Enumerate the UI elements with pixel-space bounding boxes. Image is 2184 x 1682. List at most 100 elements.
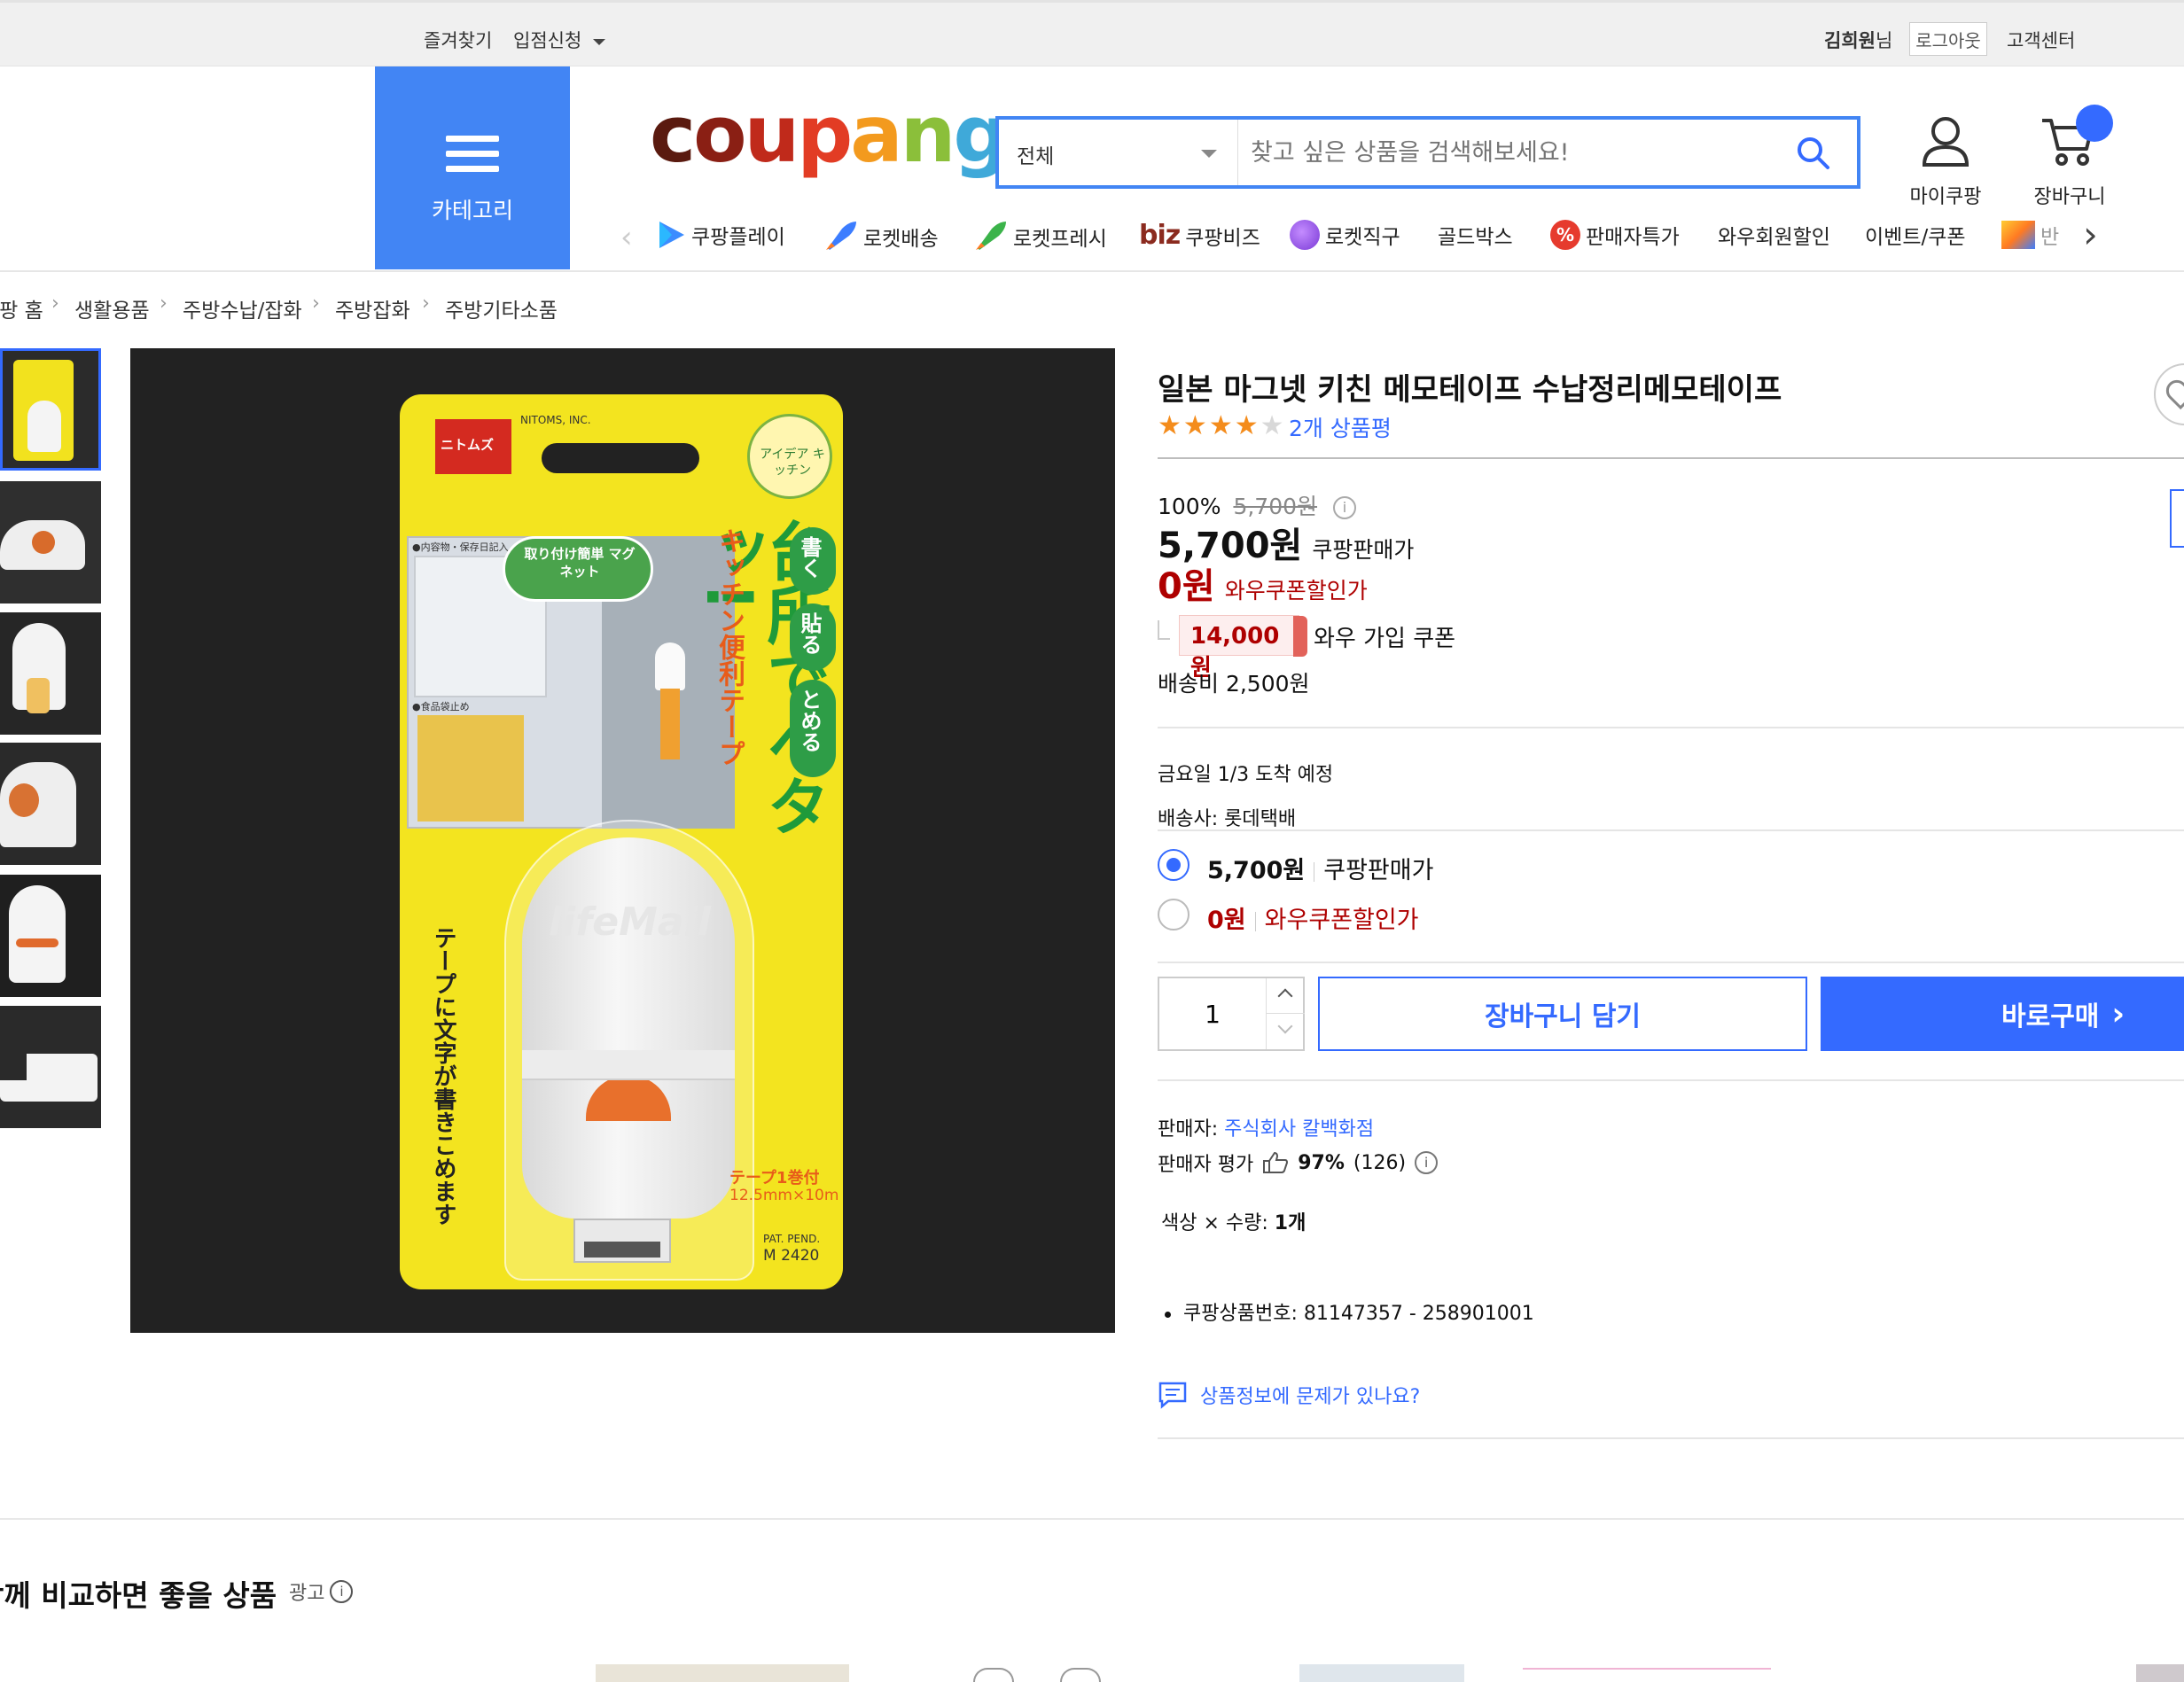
package-subtitle: キッチン便利テープ <box>714 527 745 767</box>
nav-label: 판매자특가 <box>1586 226 1680 249</box>
coupon-label: 와우 가입 쿠폰 <box>1314 626 1456 652</box>
nav-rocket-delivery[interactable]: 로켓배송 <box>823 220 939 253</box>
package-brand: NITOMS, INC. <box>520 414 591 426</box>
breadcrumb-item[interactable]: 주방수납/잡화 <box>183 293 302 323</box>
quantity-down-button[interactable] <box>1266 1014 1305 1049</box>
cart-button[interactable]: 장바구니 <box>2021 105 2118 211</box>
nav-goldbox[interactable]: 골드박스 <box>1438 220 1513 250</box>
package-magnet: 取り付け簡単 マグネット <box>524 546 636 580</box>
product-thumbnail[interactable] <box>0 743 101 865</box>
package-pat: PAT. PEND. <box>763 1233 821 1245</box>
info-icon[interactable]: i <box>330 1580 354 1603</box>
customer-center-link[interactable]: 고객센터 <box>2007 27 2075 53</box>
option-divider <box>1158 962 2184 963</box>
package-bubble-stick: 貼る <box>790 603 836 671</box>
nav-prev-arrow-icon[interactable]: ‹ <box>620 220 633 255</box>
product-thumbnail[interactable] <box>0 481 101 603</box>
add-to-cart-button[interactable]: 장바구니 담기 <box>1318 977 1807 1051</box>
info-icon[interactable]: i <box>1415 1151 1439 1174</box>
product-thumbnail[interactable] <box>0 612 101 735</box>
nav-rocket-global[interactable]: 로켓직구 <box>1290 220 1400 250</box>
package-tape-size: 12.5mm×10m <box>729 1187 839 1204</box>
breadcrumb-item[interactable]: 쿠팡 홈 <box>0 293 43 323</box>
seller-signup-label: 입점신청 <box>513 30 582 51</box>
quantity-input[interactable] <box>1159 978 1266 1049</box>
info-divider <box>1158 1437 2184 1439</box>
heart-icon <box>2161 375 2184 410</box>
rocket-fresh-icon <box>976 222 1006 250</box>
seller-name-link[interactable]: 주식회사 칼백화점 <box>1224 1118 1374 1141</box>
breadcrumb-item[interactable]: 주방잡화 <box>335 293 410 323</box>
related-product-image[interactable] <box>1060 1668 1101 1682</box>
rocket-global-icon <box>1290 220 1320 250</box>
related-product-image[interactable] <box>596 1664 849 1682</box>
seller-rating-count: (126) <box>1353 1151 1407 1174</box>
favorites-link[interactable]: 즐겨찾기 <box>424 27 492 53</box>
review-count-link[interactable]: 2개 상품평 <box>1289 411 1392 443</box>
option-radio-wow[interactable] <box>1158 899 1190 931</box>
nav-label: 로켓직구 <box>1325 226 1400 249</box>
search-bar: 전체 <box>995 116 1860 189</box>
category-menu-button[interactable]: 카테고리 <box>375 66 570 269</box>
chevron-down-icon <box>1277 1018 1293 1034</box>
nav-label: 쿠팡비즈 <box>1185 226 1260 250</box>
ad-label: 광고 <box>289 1583 325 1605</box>
package-note-2: ●食品袋止め <box>412 701 470 713</box>
search-icon[interactable] <box>1795 135 1832 172</box>
product-thumbnail[interactable] <box>0 348 101 471</box>
seller-signup-link[interactable]: 입점신청 <box>513 27 605 53</box>
cart-count-badge <box>2076 105 2113 142</box>
wow-price: 0원 <box>1158 566 1215 607</box>
option-wow[interactable]: 0원 와우쿠폰할인가 <box>1207 900 1419 935</box>
related-product-image[interactable] <box>973 1668 1014 1682</box>
breadcrumb-item[interactable]: 주방기타소품 <box>445 293 558 323</box>
breadcrumb-item[interactable]: 생활용품 <box>74 293 150 323</box>
top-utility-bar: 즐겨찾기 입점신청 김희원님 로그아웃 고객센터 <box>0 0 2184 66</box>
seller-rating-label: 판매자 평가 <box>1158 1154 1254 1176</box>
package-note-1: ●内容物・保存日記入 <box>412 541 509 553</box>
search-scope-select[interactable]: 전체 <box>999 120 1238 185</box>
package-side-text: テープに文字が書きこめます <box>430 926 456 1226</box>
package-logo: ニトムズ <box>441 437 495 453</box>
option-sale[interactable]: 5,700원 쿠팡판매가 <box>1207 851 1433 885</box>
nav-seller-deals[interactable]: % 판매자특가 <box>1550 220 1680 250</box>
chevron-down-icon <box>592 38 605 45</box>
package-model: M 2420 <box>763 1247 820 1265</box>
ad-label-row: 광고 i <box>289 1577 354 1606</box>
nav-rocket-fresh[interactable]: 로켓프레시 <box>972 220 1107 253</box>
related-product-image[interactable] <box>1523 1668 1771 1682</box>
section-divider <box>0 1518 2184 1520</box>
product-number-item: 쿠팡상품번호: 81147357 - 258901001 <box>1165 1297 1534 1326</box>
buy-now-button[interactable]: 바로구매 › <box>1821 977 2184 1051</box>
nav-coupang-biz[interactable]: biz 쿠팡비즈 <box>1139 220 1260 251</box>
product-thumbnail[interactable] <box>0 1006 101 1128</box>
coupang-logo[interactable]: coupang <box>650 96 1009 174</box>
seller-rating-row: 판매자 평가 97% (126) i <box>1158 1149 1439 1177</box>
search-input[interactable] <box>1251 127 1774 178</box>
related-product-image[interactable] <box>1299 1664 1464 1682</box>
option-wow-price: 0원 <box>1207 907 1246 934</box>
share-button[interactable] <box>2154 363 2184 425</box>
rating-stars: ★ ★ ★ ★ ★ <box>1158 410 1284 441</box>
product-main-image[interactable]: ニトムズ NITOMS, INC. アイデア キッチン ●内容物・保存日記入 ●… <box>130 348 1115 1333</box>
option-radio-sale[interactable] <box>1158 849 1190 881</box>
quantity-up-button[interactable] <box>1266 978 1305 1014</box>
option-summary-value: 1개 <box>1274 1212 1306 1234</box>
package-bubble-write: 書く <box>790 527 836 595</box>
nav-events-coupons[interactable]: 이벤트/쿠폰 <box>1865 220 1966 250</box>
mycoupang-button[interactable]: 마이쿠팡 <box>1897 113 1994 211</box>
product-thumbnail[interactable] <box>0 875 101 997</box>
chevron-right-icon: › <box>312 292 320 315</box>
nav-coupang-play[interactable]: 쿠팡플레이 <box>656 220 785 250</box>
related-product-image[interactable] <box>2136 1664 2184 1682</box>
mycoupang-label: 마이쿠팡 <box>1909 186 1982 208</box>
nav-label: 이벤트/쿠폰 <box>1865 226 1966 249</box>
nav-sale[interactable]: 반 <box>2001 220 2059 250</box>
wow-price-label: 와우쿠폰할인가 <box>1224 578 1368 603</box>
nav-wow-discount[interactable]: 와우회원할인 <box>1718 220 1830 250</box>
coupon-badge[interactable]: 14,000원 <box>1179 615 1307 681</box>
logout-button[interactable]: 로그아웃 <box>1909 22 1987 56</box>
shipping-fee: 배송비 2,500원 <box>1158 671 1310 697</box>
nav-next-arrow-icon[interactable]: › <box>2083 213 2098 256</box>
report-problem-link[interactable]: 상품정보에 문제가 있나요? <box>1158 1381 1420 1409</box>
